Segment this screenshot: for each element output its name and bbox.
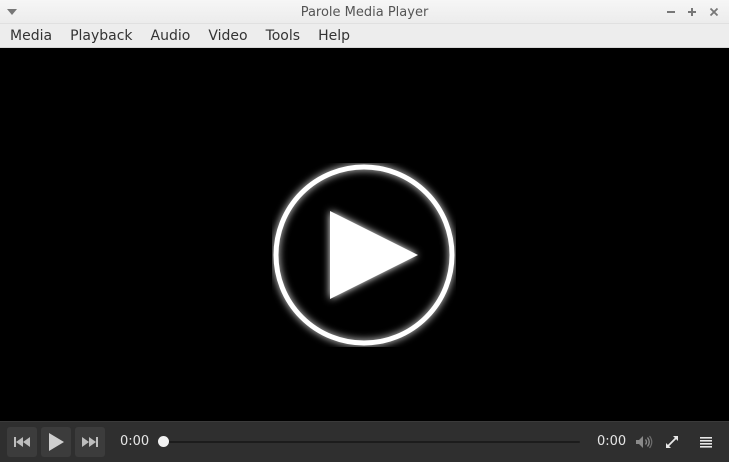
fullscreen-icon	[666, 436, 678, 448]
skip-next-icon	[82, 437, 98, 447]
menu-video[interactable]: Video	[199, 24, 256, 48]
menu-bar: Media Playback Audio Video Tools Help	[0, 24, 729, 48]
maximize-button[interactable]	[685, 5, 699, 19]
next-button[interactable]	[75, 427, 105, 457]
menu-media[interactable]: Media	[1, 24, 61, 48]
play-icon	[49, 433, 64, 451]
volume-button[interactable]	[629, 427, 659, 457]
fullscreen-button[interactable]	[657, 427, 687, 457]
window-title: Parole Media Player	[300, 5, 429, 20]
title-bar: Parole Media Player	[0, 0, 729, 24]
seek-slider[interactable]	[158, 435, 580, 449]
close-icon	[709, 7, 719, 17]
video-area[interactable]	[0, 48, 729, 421]
menu-playback[interactable]: Playback	[61, 24, 141, 48]
previous-button[interactable]	[7, 427, 37, 457]
menu-tools[interactable]: Tools	[257, 24, 310, 48]
elapsed-time: 0:00	[120, 434, 150, 449]
volume-icon	[636, 435, 653, 449]
playlist-icon	[700, 437, 712, 448]
playlist-button[interactable]	[691, 427, 721, 457]
seek-handle[interactable]	[158, 436, 169, 447]
close-button[interactable]	[707, 5, 721, 19]
play-button[interactable]	[41, 427, 71, 457]
big-play-button[interactable]	[272, 163, 456, 347]
skip-previous-icon	[14, 437, 30, 447]
minimize-button[interactable]	[664, 5, 678, 19]
control-bar: 0:00 0:00	[0, 421, 729, 462]
minimize-icon	[667, 11, 675, 13]
play-circle-icon	[273, 164, 455, 346]
duration-time: 0:00	[597, 434, 627, 449]
media-player-window: Parole Media Player Media Playback Audio…	[0, 0, 729, 462]
seek-track	[164, 441, 580, 443]
menu-audio[interactable]: Audio	[142, 24, 200, 48]
maximize-icon	[688, 8, 696, 16]
menu-help[interactable]: Help	[309, 24, 359, 48]
